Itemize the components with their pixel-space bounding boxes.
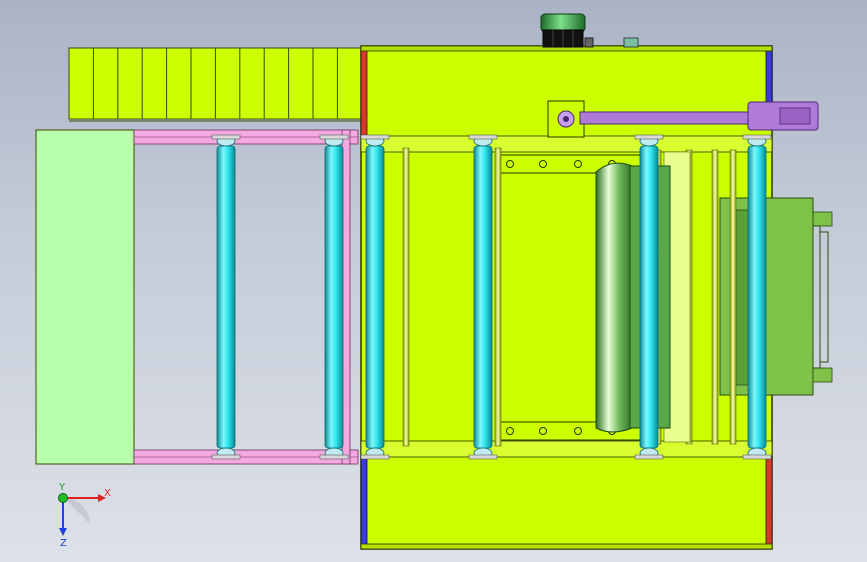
axis-y-label: Y xyxy=(58,482,66,493)
roller-bearing-bottom xyxy=(319,454,349,460)
assembly-drawing: X Y Z xyxy=(35,13,833,550)
roller-bearing-bottom xyxy=(742,454,772,460)
roller xyxy=(211,134,241,460)
side-plate-bottom-right xyxy=(765,454,773,550)
side-plate-bottom-left xyxy=(360,454,368,550)
roller-bearing-top xyxy=(319,134,349,140)
roller-bearing-top xyxy=(211,134,241,140)
roller-body xyxy=(639,145,659,449)
side-plate-top-right xyxy=(765,45,773,112)
guide-rod xyxy=(711,149,719,445)
motor-icon xyxy=(540,13,639,48)
guide-rod xyxy=(729,149,737,445)
guide-rod xyxy=(402,147,410,447)
cad-viewport[interactable]: X Y Z xyxy=(0,0,867,562)
roller-bearing-top xyxy=(634,134,664,140)
press-drum xyxy=(595,162,671,433)
axis-triad-icon: X Y Z xyxy=(58,482,111,549)
roller-body xyxy=(365,145,385,449)
roller-bearing-top xyxy=(468,134,498,140)
infeed-plate xyxy=(35,129,135,465)
guide-rod xyxy=(494,147,502,447)
roller-bearing-bottom xyxy=(211,454,241,460)
drive-housing xyxy=(719,197,833,396)
roller-bearing-top xyxy=(742,134,772,140)
feeder-strip xyxy=(68,47,363,122)
roller-body xyxy=(473,145,493,449)
roller-bearing-top xyxy=(360,134,390,140)
roller-body xyxy=(324,145,344,449)
roller-body xyxy=(216,145,236,449)
roller-bearing-bottom xyxy=(468,454,498,460)
roller-body xyxy=(747,145,767,449)
roller-bearing-bottom xyxy=(634,454,664,460)
roller-bearing-bottom xyxy=(360,454,390,460)
side-plate-top-left xyxy=(360,45,368,137)
axis-x-label: X xyxy=(104,488,111,499)
axis-z-label: Z xyxy=(60,538,67,549)
